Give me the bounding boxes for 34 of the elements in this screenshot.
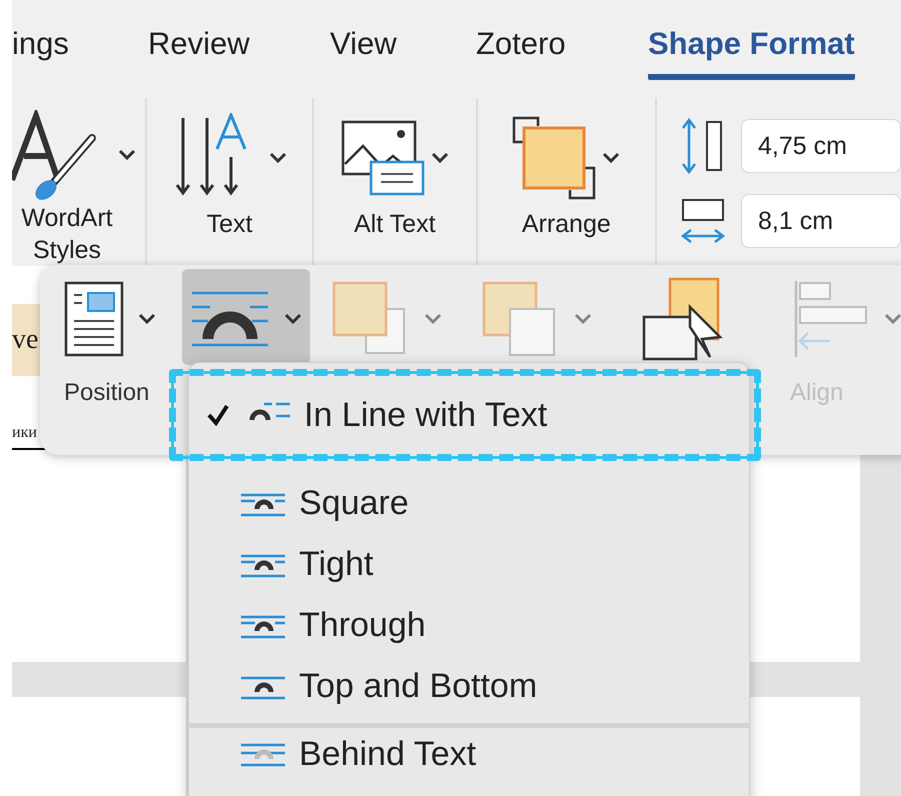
size-field[interactable]: 4,75 cm [741,119,901,173]
menu-item[interactable]: Behind Text [189,723,749,780]
menu-item[interactable]: Through [189,595,749,656]
behind-wrap-icon [241,741,287,767]
shape-width-icon [679,196,727,246]
chevron-icon [138,313,156,325]
chevron-icon [424,313,442,325]
group-label: WordArt Styles [20,203,114,266]
ribbon-tab[interactable]: Review [148,26,330,74]
arrange-button[interactable] [182,269,310,365]
position-icon [64,281,124,357]
menu-item[interactable]: In Line with Text [169,369,761,461]
menu-item[interactable]: Tight [189,534,749,595]
ribbon-tab[interactable]: View [330,26,476,74]
ribbon-tab[interactable]: Shape Format [648,26,855,80]
ribbon-tab[interactable]: ings [12,26,148,74]
chevron-icon[interactable] [268,152,287,164]
group-label: Alt Text [353,209,437,240]
arrange-icon[interactable] [512,116,596,200]
wrap-text-icon [190,289,270,349]
chevron-icon[interactable] [602,152,620,164]
size-field[interactable]: 8,1 cm [741,194,901,248]
ribbon-tab[interactable]: Zotero [476,26,648,74]
alt-text-icon[interactable] [340,120,425,196]
chevron-icon[interactable] [430,152,449,164]
chevron-icon[interactable] [118,149,136,161]
chevron-icon [284,313,302,325]
menu-item[interactable]: Top and Bottom [189,656,749,717]
chevron-icon [884,313,901,325]
menu-item[interactable]: Square [189,473,749,534]
chevron-icon [574,313,592,325]
checkmark-icon [206,403,230,427]
group-label: Text [206,209,254,240]
group-label: Arrange [520,209,612,240]
